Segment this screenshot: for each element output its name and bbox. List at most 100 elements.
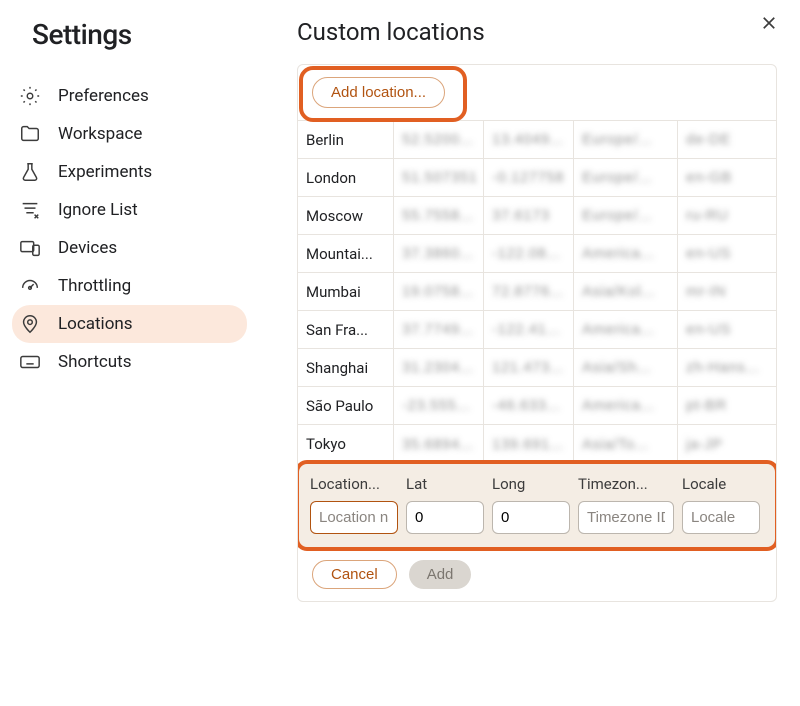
page-title: Custom locations: [297, 18, 788, 46]
sidebar-item-label: Shortcuts: [58, 352, 132, 372]
cell-lat: 55.7558...: [394, 197, 484, 234]
edit-label-long: Long: [492, 475, 570, 493]
sidebar-item-ignore-list[interactable]: Ignore List: [12, 191, 247, 229]
cell-tz: Asia/Kol...: [574, 273, 678, 310]
pin-icon: [18, 312, 42, 336]
sidebar-item-experiments[interactable]: Experiments: [12, 153, 247, 191]
cell-lat: -23.555...: [394, 387, 484, 424]
sidebar-item-preferences[interactable]: Preferences: [12, 77, 247, 115]
cell-long: 37.6173: [484, 197, 574, 234]
cell-tz: Asia/To...: [574, 425, 678, 463]
sidebar-header: Settings: [12, 18, 247, 51]
cell-tz: America...: [574, 235, 678, 272]
cell-locale: ja-JP: [678, 425, 777, 463]
add-location-button[interactable]: Add location...: [312, 77, 445, 108]
table-row[interactable]: Berlin 52.5200... 13.4049... Europe/... …: [298, 121, 776, 159]
settings-title: Settings: [32, 18, 132, 51]
cell-lat: 31.2304...: [394, 349, 484, 386]
cell-long: -122.41...: [484, 311, 574, 348]
edit-footer: Cancel Add: [298, 548, 776, 601]
sidebar-item-workspace[interactable]: Workspace: [12, 115, 247, 153]
cell-long: -0.127758: [484, 159, 574, 196]
sidebar-item-label: Locations: [58, 314, 133, 334]
cell-tz: Europe/...: [574, 159, 678, 196]
sidebar-item-devices[interactable]: Devices: [12, 229, 247, 267]
locations-table: Berlin 52.5200... 13.4049... Europe/... …: [298, 121, 776, 463]
locale-input[interactable]: [682, 501, 760, 534]
cell-tz: America...: [574, 387, 678, 424]
timezone-input[interactable]: [578, 501, 674, 534]
add-confirm-button[interactable]: Add: [409, 560, 472, 589]
table-row[interactable]: Tokyo 35.6894... 139.691... Asia/To... j…: [298, 425, 776, 463]
gear-icon: [18, 84, 42, 108]
cell-tz: Europe/...: [574, 121, 678, 158]
cell-tz: Asia/Sh...: [574, 349, 678, 386]
devices-icon: [18, 236, 42, 260]
cell-name: Mumbai: [298, 273, 394, 310]
cell-long: 72.8776...: [484, 273, 574, 310]
table-row[interactable]: São Paulo -23.555... -46.633... America.…: [298, 387, 776, 425]
table-row[interactable]: Moscow 55.7558... 37.6173 Europe/... ru-…: [298, 197, 776, 235]
locations-panel: Add location... Berlin 52.5200... 13.404…: [297, 64, 777, 602]
cell-tz: America...: [574, 311, 678, 348]
cell-lat: 37.3860...: [394, 235, 484, 272]
cell-name: Tokyo: [298, 425, 394, 463]
cell-locale: ru-RU: [678, 197, 777, 234]
sidebar-item-locations[interactable]: Locations: [12, 305, 247, 343]
table-row[interactable]: Mumbai 19.0758... 72.8776... Asia/Kol...…: [298, 273, 776, 311]
cell-locale: de-DE: [678, 121, 777, 158]
table-row[interactable]: Shanghai 31.2304... 121.473... Asia/Sh..…: [298, 349, 776, 387]
cell-lat: 51.507351: [394, 159, 484, 196]
sidebar-item-label: Workspace: [58, 124, 142, 144]
sidebar-item-label: Experiments: [58, 162, 152, 182]
cell-lat: 52.5200...: [394, 121, 484, 158]
cell-name: London: [298, 159, 394, 196]
flask-icon: [18, 160, 42, 184]
long-input[interactable]: [492, 501, 570, 534]
edit-label-locale: Locale: [682, 475, 760, 493]
close-button[interactable]: [756, 10, 782, 40]
cell-locale: zh-Hans...: [678, 349, 777, 386]
cell-locale: en-GB: [678, 159, 777, 196]
cell-name: Moscow: [298, 197, 394, 234]
cell-name: Shanghai: [298, 349, 394, 386]
cell-long: -46.633...: [484, 387, 574, 424]
cell-locale: pt-BR: [678, 387, 777, 424]
cell-name: Berlin: [298, 121, 394, 158]
sidebar-item-throttling[interactable]: Throttling: [12, 267, 247, 305]
table-row[interactable]: London 51.507351 -0.127758 Europe/... en…: [298, 159, 776, 197]
edit-location-panel: Location... Lat Long Timezon...: [298, 463, 776, 548]
cell-locale: en-US: [678, 235, 777, 272]
sidebar-nav: Preferences Workspace Experiments Ignore…: [12, 77, 247, 381]
cell-locale: en-US: [678, 311, 777, 348]
cell-long: 139.691...: [484, 425, 574, 463]
sidebar-item-label: Preferences: [58, 86, 149, 106]
cell-name: São Paulo: [298, 387, 394, 424]
close-icon: [760, 17, 778, 36]
cell-long: 121.473...: [484, 349, 574, 386]
sidebar-item-label: Ignore List: [58, 200, 138, 220]
settings-sidebar: Settings Preferences Workspace Experimen…: [12, 18, 247, 706]
cell-name: Mountai...: [298, 235, 394, 272]
filter-x-icon: [18, 198, 42, 222]
gauge-icon: [18, 274, 42, 298]
add-location-bar: Add location...: [298, 65, 776, 121]
table-row[interactable]: Mountai... 37.3860... -122.08... America…: [298, 235, 776, 273]
cell-lat: 37.7749...: [394, 311, 484, 348]
cell-tz: Europe/...: [574, 197, 678, 234]
cancel-button[interactable]: Cancel: [312, 560, 397, 589]
cell-locale: mr-IN: [678, 273, 777, 310]
sidebar-item-label: Throttling: [58, 276, 131, 296]
edit-label-lat: Lat: [406, 475, 484, 493]
cell-lat: 35.6894...: [394, 425, 484, 463]
lat-input[interactable]: [406, 501, 484, 534]
location-name-input[interactable]: [310, 501, 398, 534]
edit-label-name: Location...: [310, 475, 398, 493]
sidebar-item-shortcuts[interactable]: Shortcuts: [12, 343, 247, 381]
sidebar-item-label: Devices: [58, 238, 117, 258]
main-panel: Custom locations Add location... Berlin …: [247, 18, 788, 706]
table-row[interactable]: San Fra... 37.7749... -122.41... America…: [298, 311, 776, 349]
cell-long: 13.4049...: [484, 121, 574, 158]
edit-label-timezone: Timezon...: [578, 475, 674, 493]
keyboard-icon: [18, 350, 42, 374]
